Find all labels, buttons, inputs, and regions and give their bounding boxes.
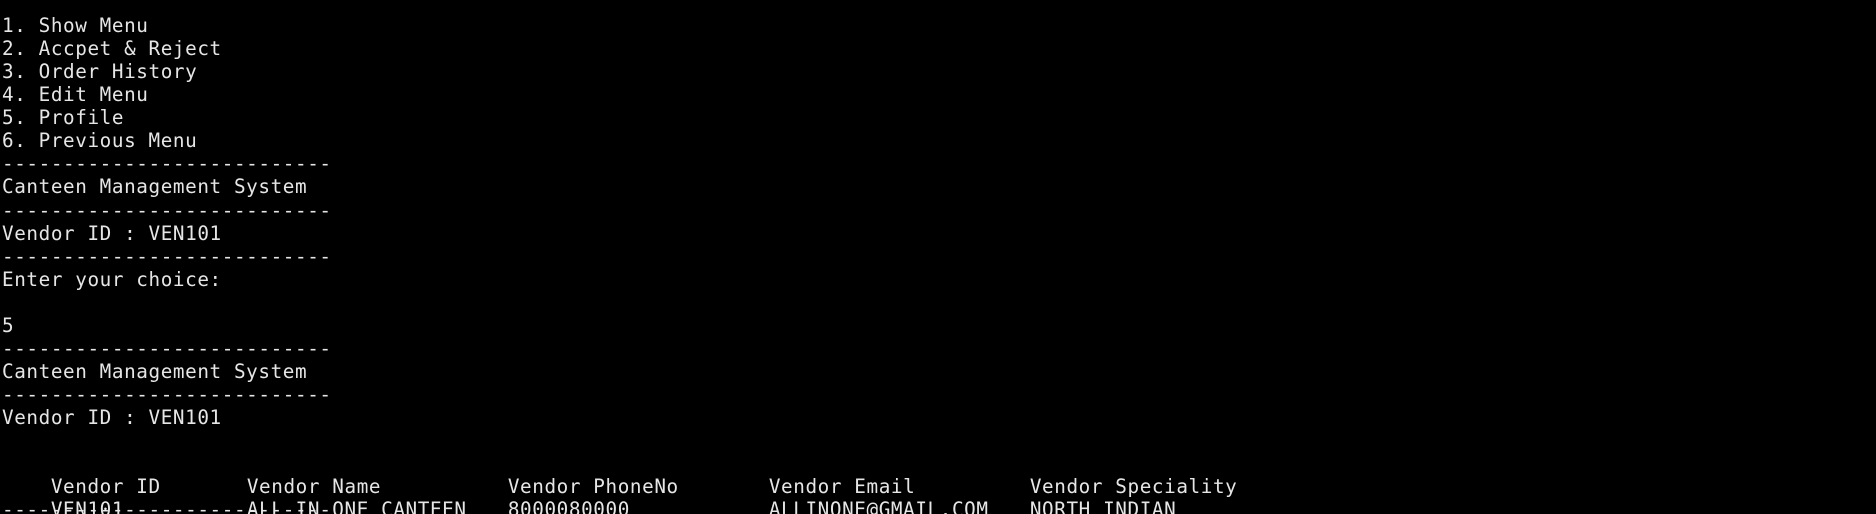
- divider: ---------------------------: [2, 336, 332, 360]
- choice-prompt: Enter your choice:: [2, 267, 222, 291]
- menu-item-order-history: 3. Order History: [2, 60, 198, 84]
- vendor-id-line: Vendor ID : VEN101: [2, 406, 222, 430]
- profile-table-header: Vendor ID Vendor Name Vendor PhoneNo Vendor…: [2, 452, 1872, 498]
- divider: ---------------------------: [2, 383, 332, 406]
- menu-item-accept-reject: 2. Accpet & Reject: [2, 37, 222, 61]
- cell-vendor-speciality: NORTH INDIAN: [1029, 498, 1177, 514]
- header-vendor-speciality: Vendor Speciality: [1029, 475, 1238, 499]
- vendor-id-line: Vendor ID : VEN101: [2, 221, 222, 245]
- system-title: Canteen Management System: [2, 359, 308, 383]
- cell-vendor-email: ALLINONE@GMAIL.COM: [768, 498, 989, 514]
- cell-vendor-phoneno: 8000080000: [507, 498, 630, 514]
- system-title: Canteen Management System: [2, 175, 308, 199]
- menu-item-edit-menu: 4. Edit Menu: [2, 83, 149, 107]
- divider: ---------------------------: [2, 244, 332, 268]
- divider: ---------------------------: [2, 198, 332, 222]
- menu-item-previous-menu: 6. Previous Menu: [2, 129, 198, 153]
- header-vendor-email: Vendor Email: [768, 475, 916, 499]
- menu-item-profile: 5. Profile: [2, 106, 125, 130]
- header-vendor-phoneno: Vendor PhoneNo: [507, 475, 679, 499]
- header-vendor-id: Vendor ID: [50, 475, 161, 499]
- choice-input[interactable]: 5: [2, 314, 1872, 337]
- header-vendor-name: Vendor Name: [246, 475, 382, 499]
- menu-item-show-menu: 1. Show Menu: [2, 14, 149, 37]
- divider: ---------------------------: [2, 152, 332, 176]
- terminal-console: 1. Show Menu 2. Accpet & Reject 3. Order…: [2, 14, 1872, 514]
